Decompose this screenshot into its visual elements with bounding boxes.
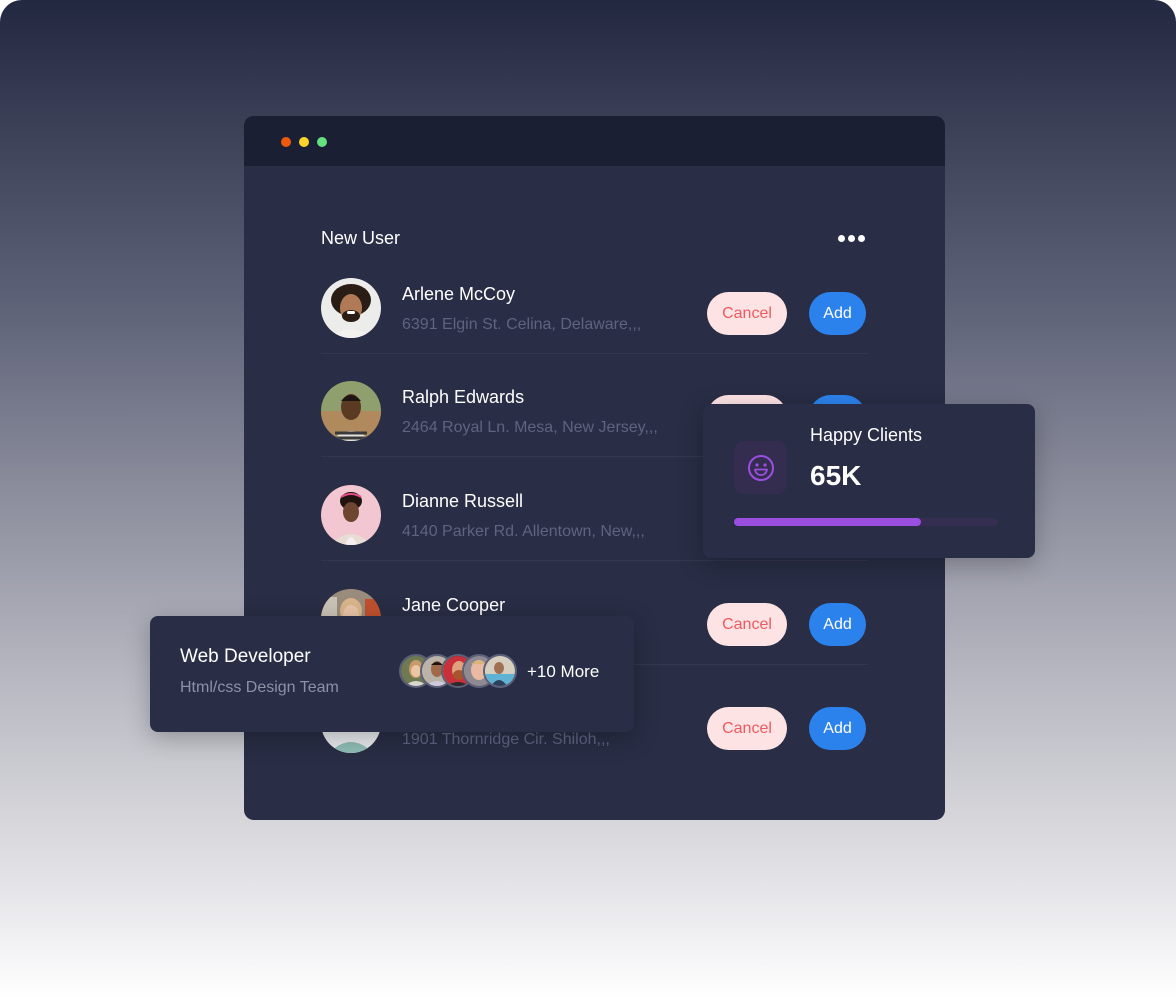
smile-icon xyxy=(734,441,787,494)
cancel-button[interactable]: Cancel xyxy=(707,707,787,750)
avatar xyxy=(321,381,381,441)
user-name: Jane Cooper xyxy=(402,595,506,615)
user-row: Arlene McCoy 6391 Elgin St. Celina, Dela… xyxy=(321,278,868,382)
happy-clients-value: 65K xyxy=(810,460,862,491)
member-avatar-stack[interactable] xyxy=(399,654,519,690)
user-name: Dianne Russell xyxy=(402,491,524,511)
avatar xyxy=(321,278,381,338)
row-divider xyxy=(321,560,868,561)
maximize-window-dot[interactable] xyxy=(317,137,327,147)
cancel-button[interactable]: Cancel xyxy=(707,292,787,335)
user-address: 2464 Royal Ln. Mesa, New Jersey,,, xyxy=(402,419,658,436)
team-title: Web Developer xyxy=(180,646,311,667)
panel-title: New User xyxy=(321,228,401,248)
progress-fill xyxy=(734,518,921,526)
happy-clients-progress xyxy=(734,518,997,526)
user-address: 6391 Elgin St. Celina, Delaware,,, xyxy=(402,316,642,333)
user-name: Ralph Edwards xyxy=(402,387,525,407)
more-members-link[interactable]: +10 More xyxy=(527,662,599,682)
user-address: 1901 Thornridge Cir. Shiloh,,, xyxy=(402,731,610,748)
cancel-button[interactable]: Cancel xyxy=(707,603,787,646)
add-button[interactable]: Add xyxy=(809,707,866,750)
minimize-window-dot[interactable] xyxy=(299,137,309,147)
more-options-icon[interactable] xyxy=(838,233,868,243)
user-address: 4140 Parker Rd. Allentown, New,,, xyxy=(402,523,645,540)
close-window-dot[interactable] xyxy=(281,137,291,147)
window-titlebar xyxy=(244,116,945,166)
team-card: Web Developer Html/css Design Team +10 M… xyxy=(150,616,634,732)
member-avatar xyxy=(483,654,517,688)
more-dot xyxy=(848,234,855,242)
user-name: Arlene McCoy xyxy=(402,284,516,304)
more-dot xyxy=(838,234,845,242)
add-button[interactable]: Add xyxy=(809,292,866,335)
happy-clients-card: Happy Clients 65K xyxy=(703,404,1035,558)
row-divider xyxy=(321,353,868,354)
add-button[interactable]: Add xyxy=(809,603,866,646)
happy-clients-label: Happy Clients xyxy=(810,425,923,445)
more-dot xyxy=(858,234,865,242)
avatar xyxy=(321,485,381,545)
team-subtitle: Html/css Design Team xyxy=(180,679,339,696)
